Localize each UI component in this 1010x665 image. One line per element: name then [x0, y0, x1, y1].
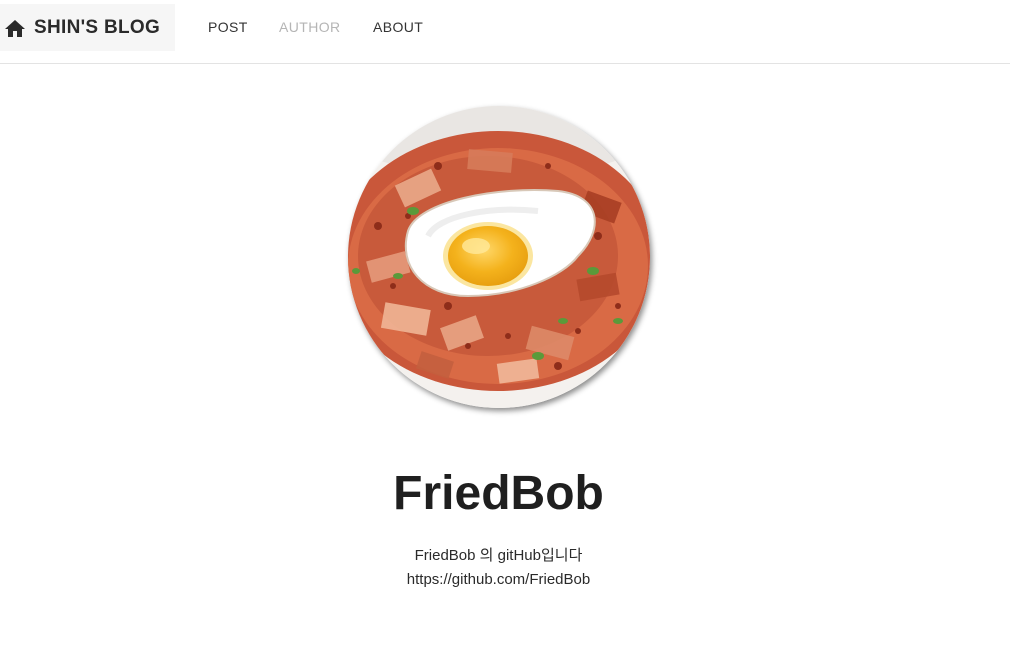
- author-name: FriedBob: [393, 467, 604, 520]
- nav-link-post[interactable]: POST: [208, 19, 248, 35]
- author-description-block: FriedBob 의 gitHub입니다 https://github.com/…: [0, 544, 997, 592]
- nav-link-author[interactable]: AUTHOR: [279, 19, 341, 35]
- brand-home-link[interactable]: SHIN'S BLOG: [0, 4, 175, 51]
- home-icon: [4, 18, 26, 38]
- nav-link-about[interactable]: ABOUT: [373, 19, 423, 35]
- navbar: SHIN'S BLOG POST AUTHOR ABOUT: [0, 0, 1010, 64]
- brand-label: SHIN'S BLOG: [34, 16, 161, 38]
- fried-rice-image: [348, 106, 650, 408]
- author-avatar: [348, 106, 650, 408]
- author-description: FriedBob 의 gitHub입니다: [414, 547, 583, 564]
- github-link[interactable]: https://github.com/FriedBob: [407, 571, 590, 588]
